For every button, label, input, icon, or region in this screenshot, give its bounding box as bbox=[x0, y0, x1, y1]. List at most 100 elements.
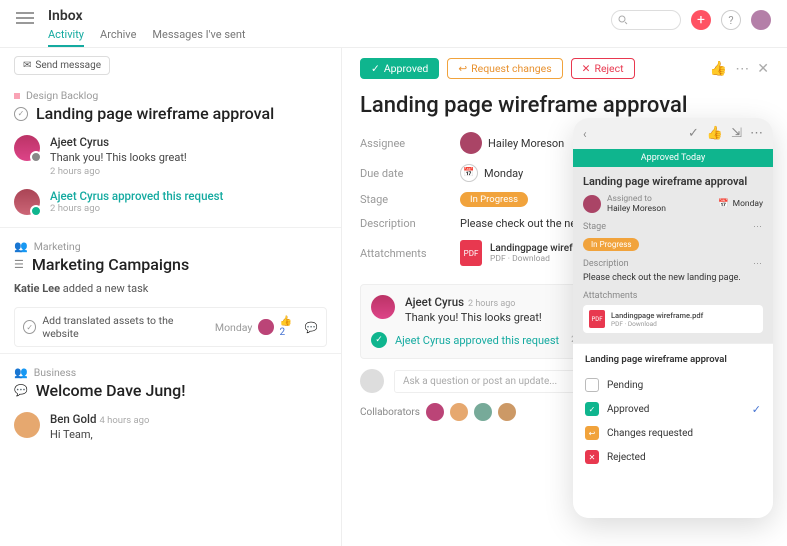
inbox-item[interactable]: Ben Gold 4 hours ago Hi Team, bbox=[0, 406, 341, 449]
reject-button[interactable]: ✕ Reject bbox=[571, 58, 635, 79]
avatar bbox=[258, 319, 273, 335]
more-icon[interactable]: ⋯ bbox=[753, 222, 763, 232]
mobile-title: Landing page wireframe approval bbox=[583, 175, 763, 188]
users-icon: 👥 bbox=[14, 366, 28, 379]
check-icon: ✓ bbox=[371, 332, 387, 348]
return-icon: ↩ bbox=[585, 426, 599, 440]
timestamp: 4 hours ago bbox=[99, 415, 149, 426]
field-label: Attatchments bbox=[360, 247, 460, 260]
send-message-button[interactable]: ✉ Send message bbox=[14, 56, 110, 75]
task-title: Add translated assets to the website bbox=[42, 314, 203, 340]
thread-title[interactable]: 💬Welcome Dave Jung! bbox=[0, 381, 341, 406]
menu-title: Landing page wireframe approval bbox=[585, 354, 761, 365]
calendar-icon: 📅 bbox=[718, 199, 729, 209]
comment-count[interactable]: 💬 bbox=[305, 321, 318, 334]
square-icon bbox=[585, 378, 599, 392]
back-icon[interactable]: ‹ bbox=[583, 127, 587, 141]
search-icon bbox=[618, 15, 628, 25]
stage-pill[interactable]: In Progress bbox=[460, 192, 528, 207]
add-button[interactable]: + bbox=[691, 10, 711, 30]
x-icon: ✕ bbox=[585, 450, 599, 464]
due-date-value[interactable]: 📅Monday bbox=[460, 164, 523, 182]
tab-sent[interactable]: Messages I've sent bbox=[152, 28, 245, 47]
request-changes-button[interactable]: ↩ Request changes bbox=[447, 58, 562, 79]
calendar-icon: 📅 bbox=[460, 164, 478, 182]
status-option-approved[interactable]: ✓Approved✓ bbox=[585, 397, 761, 421]
tab-archive[interactable]: Archive bbox=[100, 28, 136, 47]
avatar bbox=[583, 195, 601, 213]
status-option-rejected[interactable]: ✕Rejected bbox=[585, 445, 761, 469]
inbox-item[interactable]: Ajeet Cyrus Thank you! This looks great!… bbox=[0, 129, 341, 183]
avatar[interactable] bbox=[498, 403, 516, 421]
inbox-list: ✉ Send message Design Backlog ✓Landing p… bbox=[0, 48, 342, 546]
message-text: Thank you! This looks great! bbox=[50, 151, 187, 164]
mobile-preview: ‹ ✓ 👍 ⇲ ⋯ Approved Today Landing page wi… bbox=[573, 118, 773, 518]
group-marketing: 👥Marketing bbox=[0, 234, 341, 255]
avatar[interactable] bbox=[474, 403, 492, 421]
author-name: Ben Gold bbox=[50, 412, 96, 426]
message-text: Thank you! This looks great! bbox=[405, 311, 542, 324]
avatar bbox=[371, 295, 395, 319]
group-business: 👥Business bbox=[0, 360, 341, 381]
field-label: Description bbox=[360, 217, 460, 230]
search-input[interactable] bbox=[611, 10, 681, 30]
like-count[interactable]: 👍 2 bbox=[280, 316, 299, 338]
check-icon[interactable]: ✓ bbox=[688, 126, 699, 141]
description-text: Please check out the new landing page. bbox=[583, 273, 763, 283]
author-name: Katie Lee bbox=[14, 282, 60, 295]
thread-title[interactable]: ✓Landing page wireframe approval bbox=[0, 104, 341, 129]
subtask-icon[interactable]: ⇲ bbox=[731, 126, 742, 141]
approval-text: Ajeet Cyrus approved this request bbox=[50, 189, 223, 203]
pdf-icon: PDF bbox=[460, 240, 482, 266]
approved-button[interactable]: ✓ Approved bbox=[360, 58, 439, 79]
stage-pill[interactable]: In Progress bbox=[583, 238, 639, 251]
users-icon: 👥 bbox=[14, 240, 28, 253]
check-badge-icon bbox=[30, 205, 42, 217]
attachment-item[interactable]: PDF Landingpage wireframe.pdfPDF · Downl… bbox=[583, 305, 763, 333]
help-button[interactable]: ? bbox=[721, 10, 741, 30]
tab-activity[interactable]: Activity bbox=[48, 28, 84, 47]
due-date: Monday bbox=[215, 321, 252, 334]
detail-title: Landing page wireframe approval bbox=[360, 93, 769, 118]
like-icon[interactable]: 👍 bbox=[707, 126, 723, 141]
menu-icon[interactable] bbox=[16, 12, 34, 26]
group-design-backlog: Design Backlog bbox=[0, 83, 341, 104]
avatar[interactable] bbox=[450, 403, 468, 421]
avatar bbox=[360, 369, 384, 393]
avatar[interactable] bbox=[751, 10, 771, 30]
status-option-changes[interactable]: ↩Changes requested bbox=[585, 421, 761, 445]
field-label: Stage bbox=[360, 193, 460, 206]
close-icon[interactable]: ✕ bbox=[757, 61, 769, 77]
avatar[interactable] bbox=[426, 403, 444, 421]
list-icon: ☰ bbox=[14, 258, 24, 271]
avatar bbox=[14, 135, 40, 161]
task-circle-icon: ✓ bbox=[14, 107, 28, 121]
avatar bbox=[460, 132, 482, 154]
check-icon: ✓ bbox=[585, 402, 599, 416]
timestamp: 2 hours ago bbox=[468, 299, 515, 309]
status-option-pending[interactable]: Pending bbox=[585, 373, 761, 397]
selected-check-icon: ✓ bbox=[752, 403, 761, 416]
thread-title[interactable]: ☰Marketing Campaigns bbox=[0, 255, 341, 280]
author-name: Ajeet Cyrus bbox=[405, 295, 464, 309]
inbox-item[interactable]: Ajeet Cyrus approved this request 2 hour… bbox=[0, 183, 341, 221]
avatar bbox=[14, 189, 40, 215]
more-icon[interactable]: ⋯ bbox=[735, 61, 749, 77]
more-icon[interactable]: ⋯ bbox=[750, 126, 763, 141]
timestamp: 2 hours ago bbox=[50, 166, 187, 177]
task-row[interactable]: ✓ Add translated assets to the website M… bbox=[14, 307, 327, 347]
more-icon[interactable]: ⋯ bbox=[753, 259, 763, 269]
field-label: Due date bbox=[360, 167, 460, 180]
chat-icon: 💬 bbox=[14, 384, 28, 397]
message-text: Hi Team, bbox=[50, 428, 149, 441]
assignee-value[interactable]: Hailey Moreson bbox=[460, 132, 564, 154]
author-name: Ajeet Cyrus bbox=[50, 135, 187, 149]
timestamp: 2 hours ago bbox=[50, 203, 223, 214]
like-icon[interactable]: 👍 bbox=[710, 61, 727, 77]
page-title: Inbox bbox=[48, 8, 611, 24]
avatar bbox=[14, 412, 40, 438]
pdf-icon: PDF bbox=[589, 310, 605, 328]
approved-banner: Approved Today bbox=[573, 149, 773, 167]
field-label: Assignee bbox=[360, 137, 460, 150]
task-circle-icon: ✓ bbox=[23, 320, 36, 334]
